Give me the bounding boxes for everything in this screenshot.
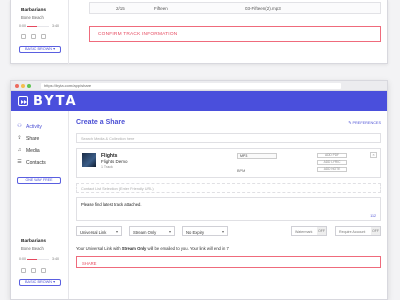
watermark-toggle[interactable]: Watermark OFF xyxy=(291,226,327,236)
note-bold: Stream Only xyxy=(121,246,147,251)
watermark-label: Watermark xyxy=(295,229,313,234)
brand-bar: BYTA xyxy=(11,91,387,111)
progress-bar[interactable]: 0:00 3:40 xyxy=(19,257,59,261)
format-select[interactable]: MP3 xyxy=(237,153,277,159)
require-account-label: Require Account xyxy=(339,229,366,234)
add-note-button[interactable]: ADD NOTE xyxy=(317,167,347,172)
require-account-toggle[interactable]: Require Account OFF xyxy=(335,226,381,236)
chevron-down-icon: ▾ xyxy=(115,229,118,234)
main-content: Create a Share ✎ PREFERENCES Search Medi… xyxy=(69,111,387,299)
share-icon: ⇪ xyxy=(17,135,22,141)
sidebar-item-activity[interactable]: ⚇ Activity xyxy=(17,123,67,131)
album-art xyxy=(82,153,96,167)
message-text: Please find latest track attached. xyxy=(81,202,142,207)
format-value: MP3 xyxy=(240,154,248,158)
search-input[interactable]: Search Media & Collection here xyxy=(76,133,381,143)
watermark-value: OFF xyxy=(317,227,326,235)
remove-track-button[interactable]: × xyxy=(370,152,377,158)
previous-window: Barbarians Bone Beach 0:00 3:40 BASIC BRO… xyxy=(10,0,388,64)
basic-brown-button[interactable]: BASIC BROWN ▾ xyxy=(19,46,61,53)
note-prefix: Your Universal Link with xyxy=(76,246,122,251)
activity-icon: ⚇ xyxy=(17,123,22,129)
next-icon[interactable] xyxy=(41,34,46,39)
char-count: 112 xyxy=(370,214,376,218)
note-suffix: will be emailed to you. Your link will e… xyxy=(146,246,229,251)
expiry-select[interactable]: No Expiry ▾ xyxy=(182,226,228,236)
top-sidebar: Barbarians Bone Beach 0:00 3:40 BASIC BRO… xyxy=(11,0,69,64)
sidebar-item-contacts[interactable]: ☰ Contacts xyxy=(17,159,67,167)
play-icon[interactable] xyxy=(31,268,36,273)
contacts-input[interactable]: Contact List Selection (Enter Friendly U… xyxy=(76,183,381,193)
chevron-down-icon: ▾ xyxy=(168,229,171,234)
add-lyric-button[interactable]: ADD LYRIC xyxy=(317,160,347,165)
sidebar: ⚇ Activity ⇪ Share ♫ Media ☰ Contacts ON… xyxy=(11,111,69,299)
sidebar-item-share[interactable]: ⇪ Share xyxy=(17,135,67,143)
album-name: Bone Beach xyxy=(21,246,44,251)
share-note: Your Universal Link with Stream Only wil… xyxy=(76,246,376,252)
track-title: Fifteen xyxy=(154,6,168,11)
chevron-down-icon: ▾ xyxy=(221,229,224,234)
window-chrome: https://byta.com/app/share xyxy=(11,81,387,91)
search-placeholder: Search Media & Collection here xyxy=(81,136,135,141)
prev-icon[interactable] xyxy=(21,268,26,273)
contacts-icon: ☰ xyxy=(17,159,22,165)
screenshot-canvas: Barbarians Bone Beach 0:00 3:40 BASIC BRO… xyxy=(0,0,400,300)
sidebar-item-label: Share xyxy=(26,136,40,142)
basic-brown-button[interactable]: BASIC BROWN ▾ xyxy=(19,279,61,286)
preferences-link[interactable]: ✎ PREFERENCES xyxy=(348,120,381,125)
address-bar[interactable]: https://byta.com/app/share xyxy=(41,83,341,89)
track-number: 2/15 xyxy=(116,6,125,11)
prev-icon[interactable] xyxy=(21,34,26,39)
require-account-value: OFF xyxy=(371,227,380,235)
track-demo: Flights Demo xyxy=(101,159,128,164)
share-button[interactable]: SHARE xyxy=(76,256,381,268)
play-icon[interactable] xyxy=(31,34,36,39)
link-type-value: Universal Link xyxy=(80,229,107,235)
format-sub: BPM xyxy=(237,169,246,173)
sidebar-item-media[interactable]: ♫ Media xyxy=(17,147,67,155)
music-icon: ♫ xyxy=(17,147,22,153)
track-file: 03-Fifteen(2).mp3 xyxy=(245,6,281,11)
minimize-dot-icon[interactable] xyxy=(21,84,25,88)
page-title: Create a Share xyxy=(76,119,126,126)
album-name: Bone Beach xyxy=(21,15,44,20)
contacts-placeholder: Contact List Selection (Enter Friendly U… xyxy=(81,186,154,191)
byta-logo-icon xyxy=(18,96,28,106)
artist-name: Barbarians xyxy=(21,239,47,244)
add-pdf-button[interactable]: ADD PDF xyxy=(317,153,347,158)
confirm-track-button[interactable]: CONFIRM TRACK INFORMATION xyxy=(89,26,381,42)
stream-select[interactable]: Stream Only ▾ xyxy=(129,226,175,236)
brand-name: BYTA xyxy=(33,94,78,109)
stream-value: Stream Only xyxy=(133,229,157,235)
maximize-dot-icon[interactable] xyxy=(27,84,31,88)
artist-name: Barbarians xyxy=(21,8,47,13)
sidebar-item-label: Activity xyxy=(26,124,42,130)
sidebar-item-label: Media xyxy=(26,148,40,154)
track-card: Flights Flights Demo 1 Track MP3 BPM ADD… xyxy=(76,148,381,178)
player-controls xyxy=(21,34,61,40)
player-controls xyxy=(21,268,61,274)
message-textarea[interactable]: Please find latest track attached. 112 xyxy=(76,197,381,221)
next-icon[interactable] xyxy=(41,268,46,273)
expiry-value: No Expiry xyxy=(186,229,205,235)
close-dot-icon[interactable] xyxy=(15,84,19,88)
sidebar-item-label: Contacts xyxy=(26,160,46,166)
link-type-select[interactable]: Universal Link ▾ xyxy=(76,226,122,236)
track-count: 1 Track xyxy=(101,165,113,169)
byta-window: https://byta.com/app/share BYTA ⚇ Activi… xyxy=(10,80,388,300)
track-row[interactable]: 2/15 Fifteen 03-Fifteen(2).mp3 xyxy=(89,2,381,14)
progress-bar[interactable]: 0:00 3:40 xyxy=(19,24,59,28)
one-way-free-button[interactable]: ONE WAY FREE xyxy=(17,177,61,184)
